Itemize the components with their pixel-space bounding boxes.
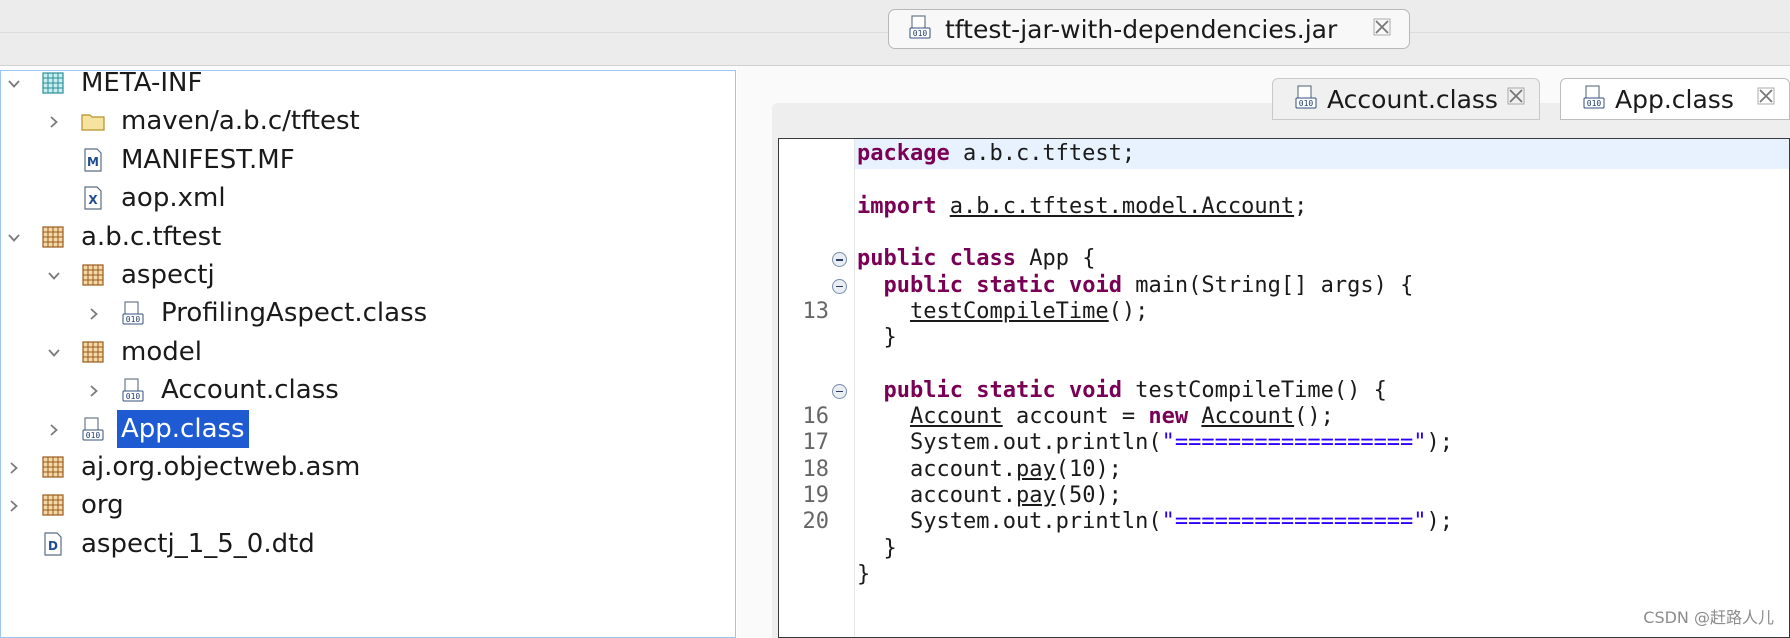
class-file-icon: 010	[1581, 84, 1607, 114]
tree-item-label: META-INF	[81, 68, 203, 98]
jar-file-tab[interactable]: 010 tftest-jar-with-dependencies.jar	[888, 9, 1410, 49]
package-icon	[40, 492, 66, 518]
tree-item-label: maven/a.b.c/tftest	[121, 106, 360, 137]
close-icon[interactable]	[1373, 18, 1391, 40]
tree-item[interactable]: 010 Account.class	[1, 371, 735, 409]
tree-item[interactable]: 010 App.class	[1, 409, 735, 448]
tree-item-label: aj.org.objectweb.asm	[81, 452, 361, 482]
svg-text:010: 010	[1299, 99, 1314, 108]
close-icon[interactable]	[1757, 87, 1775, 109]
svg-text:M: M	[87, 155, 99, 169]
code-editor[interactable]: package a.b.c.tftest; import a.b.c.tftest…	[778, 138, 1790, 638]
tree-item[interactable]: org	[1, 486, 735, 524]
package-folder-icon	[40, 70, 66, 96]
tree-item[interactable]: model	[1, 333, 735, 371]
tree-item[interactable]: a.b.c.tftest	[1, 218, 735, 256]
chevron-right-icon[interactable]	[87, 306, 101, 321]
tree-item[interactable]: META-INF	[1, 64, 735, 102]
xml-file-icon: X	[80, 185, 106, 211]
tree-item-label: aspectj	[121, 260, 215, 290]
package-explorer-tree: META-INF maven/a.b.c/tftest M MANIFEST.MF Xa…	[0, 68, 736, 638]
package-icon	[80, 262, 106, 288]
chevron-down-icon[interactable]	[7, 230, 21, 244]
code-text: }	[857, 561, 871, 587]
tree-item[interactable]: aspectj	[1, 256, 735, 294]
chevron-right-icon[interactable]	[7, 498, 21, 513]
tree-item-label: aop.xml	[121, 183, 226, 214]
tab-app-class[interactable]: 010 App.class	[1560, 78, 1790, 120]
watermark: CSDN @赶路人儿	[1643, 608, 1774, 627]
package-icon	[40, 454, 66, 480]
class-file-icon: 010	[120, 300, 146, 326]
tree-item-label: model	[121, 336, 202, 367]
class-file-icon: 010	[80, 416, 106, 442]
svg-text:010: 010	[1587, 99, 1602, 108]
tab-account-class[interactable]: 010 Account.class	[1272, 78, 1540, 120]
close-icon[interactable]	[1507, 87, 1525, 109]
svg-text:D: D	[48, 539, 58, 553]
chevron-right-icon[interactable]	[47, 114, 61, 129]
folder-icon	[80, 108, 106, 134]
dtd-file-icon: D	[40, 531, 66, 557]
tree-item-label: a.b.c.tftest	[81, 221, 222, 252]
package-icon	[80, 339, 106, 365]
tree-item[interactable]: Daspectj_1_5_0.dtd	[1, 525, 735, 563]
tree-item-label: org	[81, 490, 124, 521]
manifest-file-icon: M	[80, 147, 106, 173]
tree-item-label: aspectj_1_5_0.dtd	[81, 528, 315, 559]
chevron-down-icon[interactable]	[47, 268, 61, 282]
class-file-icon: 010	[907, 14, 933, 44]
fold-collapse-icon[interactable]	[832, 252, 847, 268]
tab-label: App.class	[1615, 84, 1734, 114]
svg-text:010: 010	[126, 392, 141, 401]
tree-item[interactable]: Xaop.xml	[1, 179, 735, 217]
tree-item-label: MANIFEST.MF	[121, 144, 295, 175]
jar-tab-label: tftest-jar-with-dependencies.jar	[945, 14, 1338, 44]
tree-item[interactable]: maven/a.b.c/tftest	[1, 102, 735, 140]
package-icon	[40, 224, 66, 250]
tree-item-label: Account.class	[161, 375, 339, 406]
chevron-right-icon[interactable]	[7, 460, 21, 474]
fold-collapse-icon[interactable]	[832, 278, 847, 294]
tree-item-label: App.class	[117, 409, 249, 448]
tree-item[interactable]: 010 ProfilingAspect.class	[1, 294, 735, 332]
tab-label: Account.class	[1327, 84, 1498, 114]
tree-item[interactable]: M MANIFEST.MF	[1, 141, 735, 179]
chevron-right-icon[interactable]	[87, 383, 101, 397]
title-bar: 010 tftest-jar-with-dependencies.jar	[0, 0, 1790, 66]
tree-item-label: ProfilingAspect.class	[161, 298, 428, 329]
tree-item[interactable]: aj.org.objectweb.asm	[1, 448, 735, 486]
class-file-icon: 010	[120, 377, 146, 403]
fold-collapse-icon[interactable]	[832, 383, 847, 399]
chevron-down-icon[interactable]	[47, 345, 61, 359]
svg-text:010: 010	[126, 315, 141, 324]
chevron-down-icon[interactable]	[7, 76, 21, 90]
class-file-icon: 010	[1293, 84, 1319, 114]
svg-text:010: 010	[913, 29, 928, 38]
code-line[interactable]: }	[779, 560, 1789, 590]
chevron-right-icon[interactable]	[47, 422, 61, 436]
svg-text:X: X	[88, 193, 98, 207]
svg-text:010: 010	[86, 431, 101, 440]
